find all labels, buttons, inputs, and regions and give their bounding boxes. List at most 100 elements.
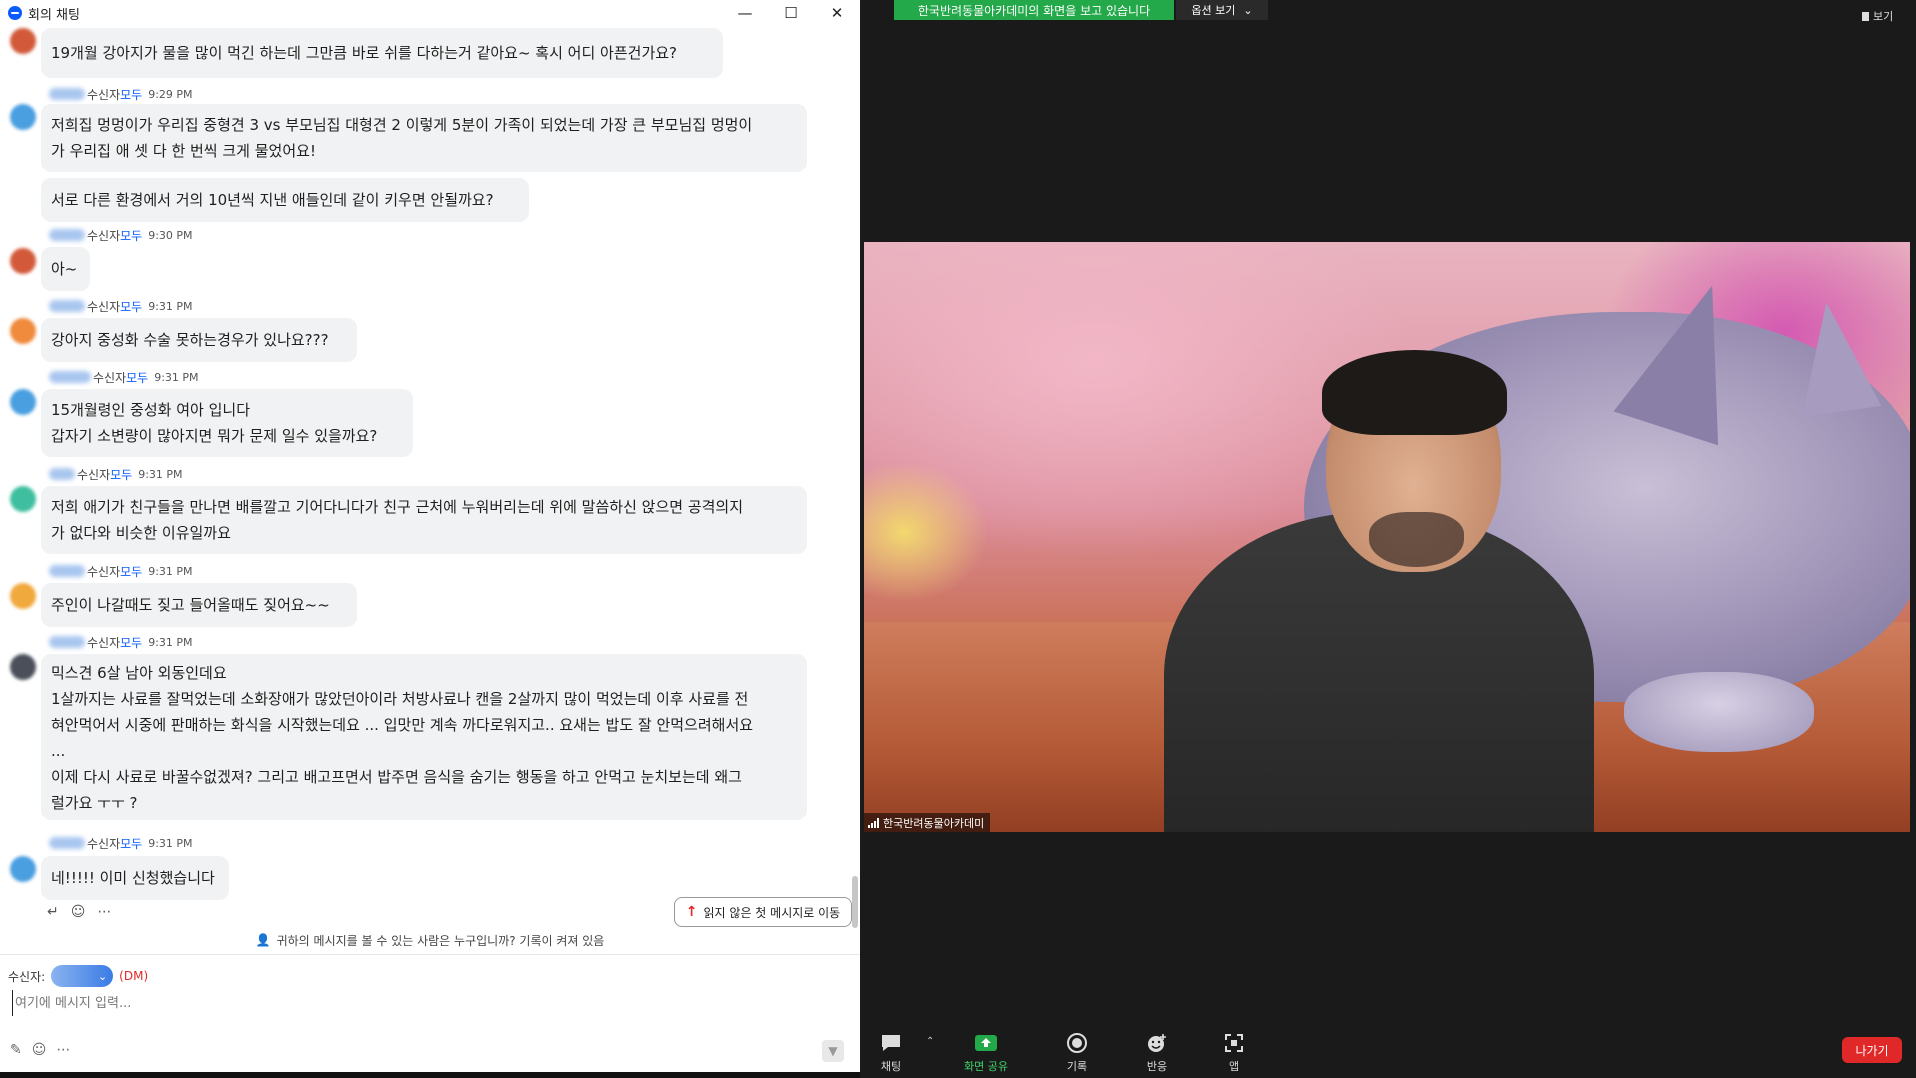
- message-bubble[interactable]: 19개월 강아지가 물을 많이 먹긴 하는데 그만큼 바로 쉬를 다하는거 같아…: [41, 28, 723, 78]
- jump-to-unread-label: 읽지 않은 첫 메시지로 이동: [703, 905, 841, 920]
- chat-icon: [880, 1032, 902, 1054]
- message-text: 강아지 중성화 수술 못하는경우가 있나요???: [51, 331, 329, 349]
- leave-button[interactable]: 나가기: [1842, 1037, 1902, 1063]
- message-text: 이제 다시 사료로 바꿀수없겠져? 그리고 배고프면서 밥주면 음식을 숨기는 …: [51, 768, 742, 786]
- sender-name[interactable]: [49, 636, 85, 648]
- emoji-icon[interactable]: ☺: [32, 1042, 47, 1058]
- view-options-button[interactable]: 옵션 보기 ⌄: [1176, 0, 1268, 20]
- meeting-toolbar: 채팅 ⌃ 화면 공유 기록 반응 앱 나가기: [860, 1024, 1916, 1078]
- message-text: 믹스견 6살 남아 외동인데요: [51, 664, 227, 682]
- more-icon[interactable]: ⋯: [56, 1042, 70, 1058]
- sender-name[interactable]: [49, 837, 85, 849]
- recipient-link[interactable]: 모두: [126, 369, 148, 386]
- cat-paw: [1624, 672, 1814, 752]
- message-header: 수신자 모두 9:31 PM: [49, 634, 193, 650]
- record-label: 기록: [1066, 1060, 1088, 1073]
- apps-button[interactable]: 앱: [1224, 1032, 1244, 1074]
- avatar[interactable]: [10, 654, 36, 680]
- zoom-logo-icon: [8, 6, 22, 20]
- message-header: 수신자 모두 9:31 PM: [49, 835, 193, 851]
- message-bubble[interactable]: 저희 애기가 친구들을 만나면 배를깔고 기어다니다가 친구 근처에 누워버리는…: [41, 486, 807, 554]
- format-icon[interactable]: ✎: [10, 1042, 22, 1058]
- cat-ear: [1786, 296, 1882, 418]
- message-input[interactable]: [12, 990, 837, 1016]
- view-icon: [1862, 11, 1869, 21]
- record-button[interactable]: 기록: [1066, 1032, 1088, 1074]
- recipient-prefix: 수신자: [87, 836, 121, 851]
- privacy-notice[interactable]: 👤 귀하의 메시지를 볼 수 있는 사람은 누구입니까? 기록이 켜져 있음: [0, 928, 860, 952]
- chat-button[interactable]: 채팅: [880, 1032, 902, 1074]
- message-bubble[interactable]: 저희집 멍멍이가 우리집 중형견 3 vs 부모님집 대형견 2 이렇게 5분이…: [41, 104, 807, 172]
- sender-name[interactable]: [49, 468, 75, 480]
- arrow-up-icon: ↑: [685, 904, 698, 920]
- reply-icon[interactable]: ↵: [47, 904, 59, 920]
- recipient-link[interactable]: 모두: [120, 634, 142, 651]
- more-icon[interactable]: ⋯: [97, 904, 111, 920]
- recipient-link[interactable]: 모두: [110, 466, 132, 483]
- minimize-button[interactable]: —: [722, 0, 768, 26]
- avatar[interactable]: [10, 389, 36, 415]
- avatar[interactable]: [10, 28, 36, 54]
- shared-video[interactable]: 한국반려동물아카데미: [864, 242, 1910, 832]
- avatar[interactable]: [10, 104, 36, 130]
- message-bubble[interactable]: 강아지 중성화 수술 못하는경우가 있나요???: [41, 318, 357, 362]
- message-bubble[interactable]: 15개월령인 중성화 여아 입니다 갑자기 소변량이 많아지면 뭐가 문제 일수…: [41, 389, 413, 457]
- share-screen-button[interactable]: 화면 공유: [964, 1032, 1008, 1074]
- message-text: 혀안먹어서 시중에 판매하는 화식을 시작했는데요 ... 입맛만 계속 까다로…: [51, 716, 754, 734]
- share-banner: 한국반려동물아카데미의 화면을 보고 있습니다: [894, 0, 1174, 20]
- message-time: 9:31 PM: [138, 467, 183, 481]
- avatar[interactable]: [10, 248, 36, 274]
- recipient-link[interactable]: 모두: [120, 227, 142, 244]
- title-bar: 회의 채팅 — ☐ ✕: [0, 0, 860, 26]
- message-time: 9:31 PM: [148, 564, 193, 578]
- recipient-select[interactable]: ⌄: [51, 965, 114, 987]
- avatar[interactable]: [10, 583, 36, 609]
- emoji-reaction-icon[interactable]: ☺: [71, 904, 86, 920]
- message-text: 네!!!!! 이미 신청했습니다: [51, 869, 215, 887]
- dm-tag: (DM): [119, 969, 149, 983]
- message-actions: ↵ ☺ ⋯: [47, 904, 111, 920]
- message-header: 수신자 모두 9:30 PM: [49, 227, 193, 243]
- sender-name[interactable]: [49, 229, 85, 241]
- recipient-prefix: 수신자: [87, 564, 121, 579]
- view-button[interactable]: 보기: [1862, 8, 1893, 24]
- recipient-link[interactable]: 모두: [120, 563, 142, 580]
- sender-name[interactable]: [49, 88, 85, 100]
- maximize-button[interactable]: ☐: [768, 0, 814, 26]
- message-header: 수신자 모두 9:31 PM: [49, 298, 193, 314]
- recipient-row: 수신자: ⌄ (DM): [8, 964, 148, 988]
- scrollbar[interactable]: [852, 876, 858, 928]
- person-lock-icon: 👤: [255, 933, 271, 947]
- sender-name[interactable]: [49, 300, 85, 312]
- avatar[interactable]: [10, 856, 36, 882]
- reactions-button[interactable]: 반응: [1146, 1032, 1168, 1074]
- message-header: 수신자 모두 9:31 PM: [49, 369, 199, 385]
- divider: [0, 954, 860, 955]
- recipient-prefix: 수신자: [87, 228, 121, 243]
- jump-to-unread-button[interactable]: ↑ 읽지 않은 첫 메시지로 이동: [674, 897, 852, 927]
- message-bubble[interactable]: 네!!!!! 이미 신청했습니다: [41, 856, 229, 900]
- send-button[interactable]: ▼: [822, 1040, 844, 1062]
- message-text: 15개월령인 중성화 여아 입니다: [51, 401, 250, 419]
- close-button[interactable]: ✕: [814, 0, 860, 26]
- chevron-down-icon: ⌄: [97, 969, 108, 983]
- message-bubble[interactable]: 아~: [41, 247, 90, 291]
- recipient-link[interactable]: 모두: [120, 298, 142, 315]
- window-edge: [0, 1072, 860, 1078]
- sender-name[interactable]: [49, 565, 85, 577]
- sender-name[interactable]: [49, 371, 91, 383]
- message-bubble[interactable]: 믹스견 6살 남아 외동인데요 1살까지는 사료를 잘먹었는데 소화장애가 많았…: [41, 654, 807, 820]
- participant-name: 한국반려동물아카데미: [883, 816, 985, 830]
- message-header: 수신자 모두 9:31 PM: [49, 563, 193, 579]
- message-list[interactable]: 19개월 강아지가 물을 많이 먹긴 하는데 그만큼 바로 쉬를 다하는거 같아…: [0, 26, 846, 916]
- message-bubble[interactable]: 주인이 나갈때도 짖고 들어올때도 짖어요~~: [41, 583, 357, 627]
- recipient-link[interactable]: 모두: [120, 835, 142, 852]
- avatar[interactable]: [10, 318, 36, 344]
- smile-plus-icon: [1146, 1032, 1168, 1054]
- message-time: 9:31 PM: [154, 370, 199, 384]
- message-bubble[interactable]: 서로 다른 환경에서 거의 10년씩 지낸 애들인데 같이 키우면 안될까요?: [41, 178, 529, 222]
- avatar[interactable]: [10, 486, 36, 512]
- caret-up-icon[interactable]: ⌃: [926, 1036, 934, 1047]
- recipient-prefix: 수신자: [77, 467, 111, 482]
- recipient-link[interactable]: 모두: [120, 86, 142, 103]
